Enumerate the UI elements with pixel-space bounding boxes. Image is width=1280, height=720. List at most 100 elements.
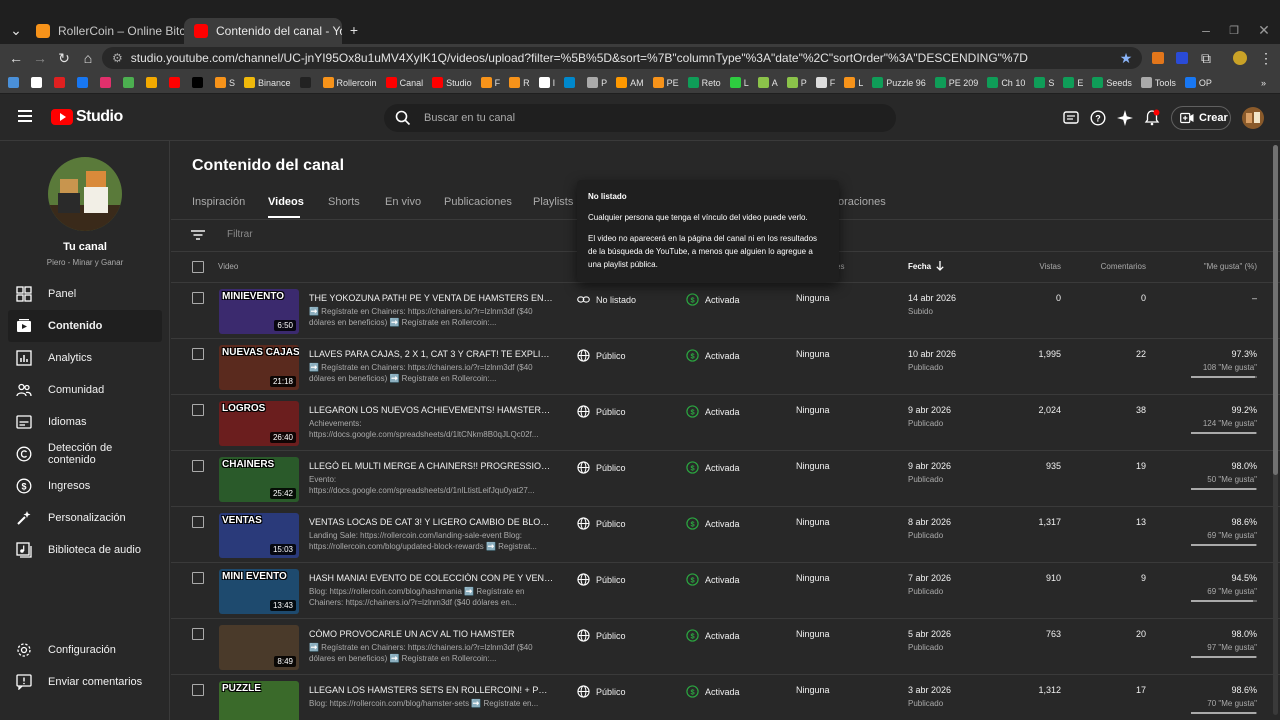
sidebar-item-biblioteca-audio[interactable]: Biblioteca de audio <box>8 534 162 566</box>
video-title[interactable]: LLEGARON LOS NUEVOS ACHIEVEMENTS! HAMSTE… <box>309 405 554 415</box>
extension-fox-icon[interactable] <box>1148 48 1168 68</box>
sidebar-item-comunidad[interactable]: Comunidad <box>8 374 162 406</box>
table-row[interactable]: 8:49 CÓMO PROVOCARLE UN ACV AL TIO HAMSTE… <box>171 619 1280 675</box>
sidebar-item-deteccion[interactable]: Detección de contenido <box>8 438 162 470</box>
bookmark-item[interactable]: E <box>1063 77 1083 88</box>
address-bar[interactable]: ⚙ studio.youtube.com/channel/UC-jnYI95Ox… <box>102 47 1142 69</box>
reload-icon[interactable]: ↻ <box>54 48 74 68</box>
visibility-cell[interactable]: Público <box>577 685 626 698</box>
bookmark-item[interactable] <box>8 77 22 88</box>
bookmark-item[interactable] <box>123 77 137 88</box>
minimize-window-icon[interactable]: – <box>1196 20 1216 40</box>
monetization-cell[interactable]: $ Activada <box>686 461 740 474</box>
visibility-cell[interactable]: Público <box>577 573 626 586</box>
monetization-cell[interactable]: $ Activada <box>686 405 740 418</box>
row-checkbox[interactable] <box>192 684 204 696</box>
bookmark-item[interactable]: Tools <box>1140 77 1176 88</box>
video-title[interactable]: LLAVES PARA CAJAS, 2 X 1, CAT 3 Y CRAFT!… <box>309 349 554 359</box>
bookmark-item[interactable]: Canal <box>385 77 423 88</box>
bookmark-item[interactable]: P <box>786 77 807 88</box>
bookmark-item[interactable] <box>77 77 91 88</box>
bookmark-item[interactable]: R <box>509 77 530 88</box>
sidebar-item-configuracion[interactable]: Configuración <box>8 634 162 666</box>
page-scrollbar[interactable] <box>1273 145 1278 715</box>
bookmark-item[interactable]: Binance <box>244 77 291 88</box>
feedback-messages-icon[interactable] <box>1063 110 1079 126</box>
table-row[interactable]: LOGROS 26:40 LLEGARON LOS NUEVOS ACHIEVEME… <box>171 395 1280 451</box>
bookmark-item[interactable]: F <box>815 77 835 88</box>
table-row[interactable]: PUZZLE LLEGAN LOS HAMSTERS SETS EN ROLLER… <box>171 675 1280 720</box>
monetization-cell[interactable]: $ Activada <box>686 629 740 642</box>
bookmark-item[interactable]: A <box>757 77 778 88</box>
video-title[interactable]: LLEGAN LOS HAMSTERS SETS EN ROLLERCOIN! … <box>309 685 554 695</box>
bookmark-item[interactable] <box>54 77 68 88</box>
sidebar-item-analytics[interactable]: Analytics <box>8 342 162 374</box>
sidebar-item-panel[interactable]: Panel <box>8 278 162 310</box>
tab-playlists[interactable]: Playlists <box>533 196 573 208</box>
bookmark-item[interactable] <box>299 77 314 88</box>
visibility-cell[interactable]: Público <box>577 629 626 642</box>
more-bookmarks-icon[interactable]: » <box>1261 78 1266 88</box>
home-icon[interactable]: ⌂ <box>78 48 98 68</box>
visibility-cell[interactable]: Público <box>577 517 626 530</box>
bookmark-item[interactable]: P <box>587 77 607 88</box>
sidebar-item-personalizacion[interactable]: Personalización <box>8 502 162 534</box>
row-checkbox[interactable] <box>192 348 204 360</box>
table-row[interactable]: MINI EVENTO 13:43 HASH MANIA! EVENTO DE CO… <box>171 563 1280 619</box>
close-window-icon[interactable]: ✕ <box>1254 20 1274 40</box>
column-header-views[interactable]: Vistas <box>1039 262 1061 271</box>
hamburger-menu-icon[interactable] <box>18 110 32 122</box>
bookmark-item[interactable]: PE <box>652 77 679 88</box>
scrollbar-thumb[interactable] <box>1273 145 1278 475</box>
video-thumbnail[interactable]: VENTAS 15:03 <box>219 513 299 558</box>
select-all-checkbox[interactable] <box>192 261 204 273</box>
tab-search-chevron-icon[interactable]: ⌄ <box>6 20 26 40</box>
bookmark-item[interactable]: AM <box>616 77 644 88</box>
channel-search-input[interactable]: Buscar en tu canal <box>384 104 896 132</box>
video-thumbnail[interactable]: MINIEVENTO 6:50 <box>219 289 299 334</box>
bookmark-item[interactable]: PE 209 <box>934 77 978 88</box>
monetization-cell[interactable]: $ Activada <box>686 517 740 530</box>
browser-tab-youtube-studio[interactable]: Contenido del canal - YouTube ✕ <box>184 18 342 44</box>
visibility-cell[interactable]: Público <box>577 349 626 362</box>
row-checkbox[interactable] <box>192 628 204 640</box>
bookmark-item[interactable]: OP <box>1184 77 1212 88</box>
site-info-icon[interactable]: ⚙ <box>112 51 123 65</box>
table-row[interactable]: VENTAS 15:03 VENTAS LOCAS DE CAT 3! Y LIGE… <box>171 507 1280 563</box>
bookmark-item[interactable] <box>169 77 183 88</box>
forward-icon[interactable]: → <box>30 48 50 68</box>
extensions-puzzle-icon[interactable]: ⧉ <box>1196 48 1216 68</box>
filter-icon[interactable] <box>191 229 205 241</box>
bookmark-item[interactable] <box>192 77 206 88</box>
tab-publicaciones[interactable]: Publicaciones <box>444 196 512 208</box>
tab-inspiracion[interactable]: Inspiración <box>192 196 245 208</box>
row-checkbox[interactable] <box>192 292 204 304</box>
visibility-cell[interactable]: Público <box>577 461 626 474</box>
bookmark-item[interactable]: Reto <box>687 77 721 88</box>
column-header-date[interactable]: Fecha <box>908 261 944 271</box>
video-title[interactable]: HASH MANIA! EVENTO DE COLECCIÓN CON PE Y… <box>309 573 554 583</box>
sparkle-icon[interactable] <box>1117 110 1133 126</box>
video-thumbnail[interactable]: MINI EVENTO 13:43 <box>219 569 299 614</box>
sidebar-item-ingresos[interactable]: $ Ingresos <box>8 470 162 502</box>
bookmark-item[interactable]: L <box>844 77 863 88</box>
video-title[interactable]: CÓMO PROVOCARLE UN ACV AL TIO HAMSTER <box>309 629 554 639</box>
bookmark-item[interactable] <box>146 77 160 88</box>
monetization-cell[interactable]: $ Activada <box>686 573 740 586</box>
account-avatar[interactable] <box>1242 107 1264 129</box>
column-header-comments[interactable]: Comentarios <box>1101 262 1146 271</box>
bookmark-item[interactable] <box>100 77 114 88</box>
browser-tab-rollercoin[interactable]: RollerCoin – Online Bitcoin Mi ✕ <box>26 18 184 44</box>
restore-window-icon[interactable]: ❐ <box>1224 20 1244 40</box>
table-row[interactable]: NUEVAS CAJAS 21:18 LLAVES PARA CAJAS, 2 X … <box>171 339 1280 395</box>
bookmark-item[interactable]: L <box>729 77 749 88</box>
tab-videos[interactable]: Videos <box>268 196 304 208</box>
table-row[interactable]: MINIEVENTO 6:50 THE YOKOZUNA PATH! PE Y VE… <box>171 283 1280 339</box>
bookmark-item[interactable]: F <box>480 77 500 88</box>
channel-avatar[interactable] <box>48 157 122 231</box>
video-thumbnail[interactable]: CHAINERS 25:42 <box>219 457 299 502</box>
bookmark-item[interactable]: Rollercoin <box>322 77 377 88</box>
studio-logo[interactable]: Studio <box>51 108 123 126</box>
video-title[interactable]: VENTAS LOCAS DE CAT 3! Y LIGERO CAMBIO D… <box>309 517 554 527</box>
tab-shorts[interactable]: Shorts <box>328 196 360 208</box>
